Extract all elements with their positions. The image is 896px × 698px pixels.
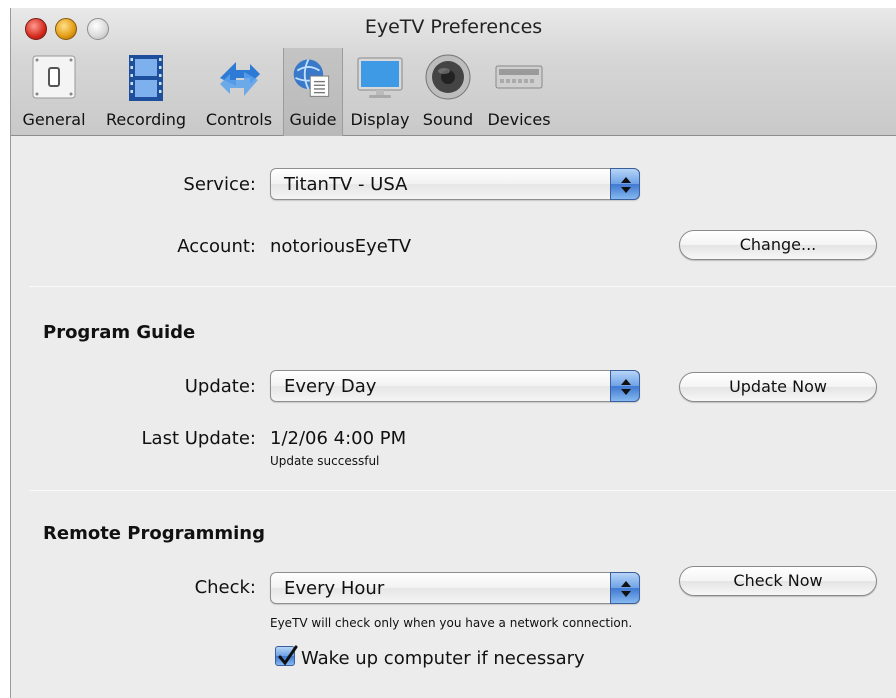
check-frequency-value: Every Hour <box>284 578 385 599</box>
tab-display[interactable]: Display <box>343 48 417 136</box>
device-icon <box>495 65 543 89</box>
divider-2 <box>29 490 896 491</box>
service-label: Service: <box>183 174 256 195</box>
tab-general[interactable]: General <box>11 48 97 136</box>
arrows-icon <box>220 62 260 96</box>
last-update-value: 1/2/06 4:00 PM <box>270 428 407 449</box>
remote-programming-heading: Remote Programming <box>43 523 265 544</box>
title-toolbar-area: EyeTV Preferences General Recording Cont… <box>11 8 896 136</box>
tab-controls[interactable]: Controls <box>195 48 283 136</box>
update-frequency-popup[interactable]: Every Day <box>270 370 640 402</box>
divider-1 <box>29 286 896 287</box>
popup-arrows-icon <box>610 370 640 402</box>
globe-document-icon <box>293 59 330 97</box>
film-icon <box>129 55 163 101</box>
network-note-text: EyeTV will check only when you have a ne… <box>270 616 633 630</box>
update-now-button[interactable]: Update Now <box>679 372 877 402</box>
check-now-button[interactable]: Check Now <box>679 566 877 596</box>
wake-computer-checkbox[interactable] <box>275 645 298 666</box>
tab-sound[interactable]: Sound <box>417 48 479 136</box>
service-popup[interactable]: TitanTV - USA <box>270 168 640 200</box>
preferences-toolbar: General Recording Controls Guide Display… <box>11 48 559 136</box>
checkmark-icon <box>278 645 298 666</box>
tab-devices[interactable]: Devices <box>479 48 559 136</box>
monitor-icon <box>357 57 403 98</box>
window-title: EyeTV Preferences <box>364 16 543 38</box>
popup-arrows-icon <box>610 572 640 604</box>
account-label: Account: <box>177 236 256 257</box>
last-update-label: Last Update: <box>141 428 256 449</box>
change-account-button[interactable]: Change... <box>679 230 877 260</box>
popup-arrows-icon <box>610 168 640 200</box>
service-popup-value: TitanTV - USA <box>284 174 408 195</box>
preferences-window: EyeTV Preferences General Recording Cont… <box>10 8 896 698</box>
tab-guide[interactable]: Guide <box>283 48 343 136</box>
switch-icon <box>32 55 76 99</box>
update-label: Update: <box>184 376 256 397</box>
check-label: Check: <box>194 577 256 598</box>
update-frequency-value: Every Day <box>284 376 377 397</box>
wake-computer-label[interactable]: Wake up computer if necessary <box>301 648 585 669</box>
tab-recording[interactable]: Recording <box>97 48 195 136</box>
check-frequency-popup[interactable]: Every Hour <box>270 572 640 604</box>
speaker-icon <box>425 54 471 100</box>
account-value: notoriousEyeTV <box>270 236 412 257</box>
update-status-text: Update successful <box>270 454 380 468</box>
program-guide-heading: Program Guide <box>43 322 196 343</box>
